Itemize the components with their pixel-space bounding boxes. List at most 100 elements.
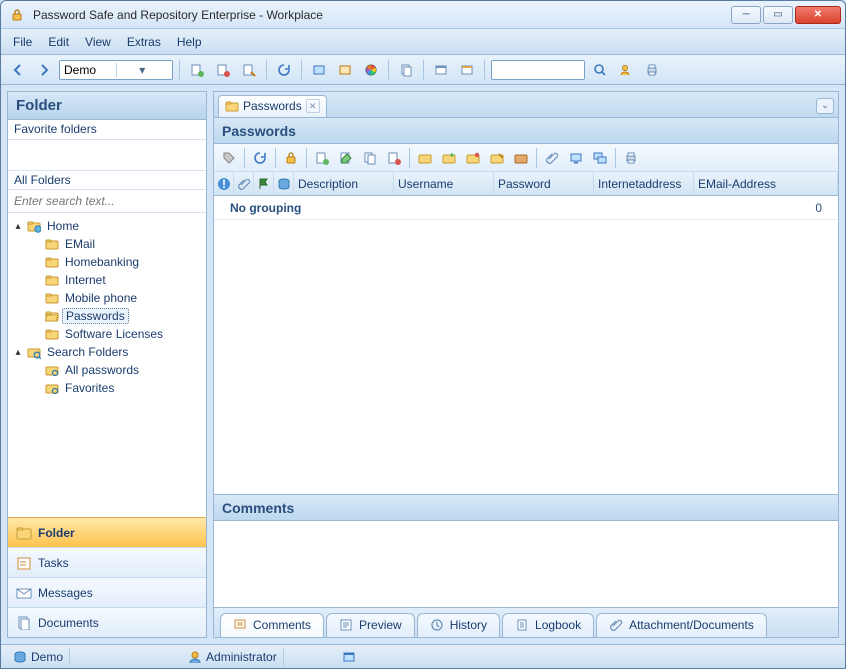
col-password[interactable]: Password <box>494 172 594 195</box>
toolbar-screen-2[interactable] <box>334 59 356 81</box>
btab-attachment[interactable]: Attachment/Documents <box>596 613 767 637</box>
tree-node-passwords[interactable]: Passwords <box>30 307 204 325</box>
toolbar-screen-1[interactable] <box>308 59 330 81</box>
tree-node-licenses[interactable]: Software Licenses <box>30 325 204 343</box>
titlebar: Password Safe and Repository Enterprise … <box>1 1 845 29</box>
btab-preview[interactable]: Preview <box>326 613 415 637</box>
col-attach-icon[interactable] <box>234 172 254 195</box>
ct-folder-3[interactable] <box>462 147 484 169</box>
toolbar-refresh-button[interactable] <box>273 59 295 81</box>
nav-messages[interactable]: Messages <box>8 577 206 607</box>
toolbar-search-button[interactable] <box>589 59 611 81</box>
minimize-button[interactable]: ─ <box>731 6 761 24</box>
col-internet[interactable]: Internetaddress <box>594 172 694 195</box>
toolbar-search-input[interactable] <box>491 60 585 80</box>
ct-folder-1[interactable] <box>414 147 436 169</box>
col-email[interactable]: EMail-Address <box>694 172 838 195</box>
collapse-icon[interactable]: ▴ <box>12 347 24 358</box>
menu-help[interactable]: Help <box>169 29 210 54</box>
btab-history[interactable]: History <box>417 613 500 637</box>
ct-lock-button[interactable] <box>280 147 302 169</box>
logbook-icon <box>515 618 529 632</box>
tab-close-button[interactable]: ✕ <box>306 99 320 113</box>
folder-icon <box>44 326 60 342</box>
database-combo[interactable]: Demo ▾ <box>59 60 173 80</box>
toolbar-new-2[interactable] <box>212 59 234 81</box>
search-folder-icon <box>44 380 60 396</box>
all-folders-header: All Folders <box>8 170 206 190</box>
toolbar-new-1[interactable] <box>186 59 208 81</box>
tree-node-internet[interactable]: Internet <box>30 271 204 289</box>
tab-passwords[interactable]: Passwords ✕ <box>218 95 327 117</box>
toolbar-window-2[interactable] <box>456 59 478 81</box>
toolbar-new-3[interactable] <box>238 59 260 81</box>
menu-view[interactable]: View <box>77 29 119 54</box>
tab-expand-button[interactable]: ⌄ <box>816 98 834 114</box>
col-db-icon[interactable] <box>274 172 294 195</box>
tree-label-mobile: Mobile phone <box>62 291 140 305</box>
tree-node-home[interactable]: ▴ Home <box>12 217 204 235</box>
folder-search-input[interactable] <box>8 190 206 213</box>
tree-label-internet: Internet <box>62 273 109 287</box>
close-button[interactable]: ✕ <box>795 6 841 24</box>
ct-copy-button[interactable] <box>359 147 381 169</box>
ct-delete-button[interactable] <box>383 147 405 169</box>
btab-logbook-label: Logbook <box>535 618 581 632</box>
nav-tasks[interactable]: Tasks <box>8 547 206 577</box>
comments-header: Comments <box>214 495 838 521</box>
menu-extras[interactable]: Extras <box>119 29 169 54</box>
ct-tag-button[interactable] <box>218 147 240 169</box>
group-row[interactable]: No grouping 0 <box>214 196 838 220</box>
preview-icon <box>339 618 353 632</box>
menu-file[interactable]: File <box>5 29 40 54</box>
grid-body: No grouping 0 <box>214 196 838 494</box>
left-panel: Folder Favorite folders All Folders ▴ Ho… <box>7 91 207 638</box>
ct-new-button[interactable] <box>311 147 333 169</box>
ct-folder-4[interactable] <box>486 147 508 169</box>
nav-messages-label: Messages <box>38 586 93 600</box>
tree-node-favorites[interactable]: Favorites <box>30 379 204 397</box>
toolbar-back-button[interactable] <box>7 59 29 81</box>
col-flag-icon[interactable] <box>254 172 274 195</box>
status-user: Administrator <box>182 648 284 666</box>
ct-screens-button[interactable] <box>589 147 611 169</box>
menu-edit[interactable]: Edit <box>40 29 77 54</box>
comments-body <box>214 521 838 607</box>
toolbar-forward-button[interactable] <box>33 59 55 81</box>
toolbar-color-wheel[interactable] <box>360 59 382 81</box>
tree-node-homebanking[interactable]: Homebanking <box>30 253 204 271</box>
toolbar-window-1[interactable] <box>430 59 452 81</box>
ct-edit-button[interactable] <box>335 147 357 169</box>
tree-node-searchfolders[interactable]: ▴ Search Folders <box>12 343 204 361</box>
ct-print-button[interactable] <box>620 147 642 169</box>
maximize-button[interactable]: ▭ <box>763 6 793 24</box>
window-title: Password Safe and Repository Enterprise … <box>29 8 731 22</box>
status-extra <box>336 648 362 666</box>
nav-folder-label: Folder <box>38 526 75 540</box>
status-db-label: Demo <box>31 650 63 664</box>
right-panel: Passwords ✕ ⌄ Passwords <box>213 91 839 638</box>
toolbar-search-user-button[interactable] <box>615 59 637 81</box>
paperclip-icon <box>609 618 623 632</box>
tree-node-allpasswords[interactable]: All passwords <box>30 361 204 379</box>
collapse-icon[interactable]: ▴ <box>12 221 24 232</box>
btab-logbook[interactable]: Logbook <box>502 613 594 637</box>
col-username[interactable]: Username <box>394 172 494 195</box>
ct-attach-button[interactable] <box>541 147 563 169</box>
col-info-icon[interactable]: ! <box>214 172 234 195</box>
group-label: No grouping <box>230 201 301 215</box>
tree-node-mobile[interactable]: Mobile phone <box>30 289 204 307</box>
tree-node-email[interactable]: EMail <box>30 235 204 253</box>
toolbar-print-button[interactable] <box>641 59 663 81</box>
ct-refresh-button[interactable] <box>249 147 271 169</box>
ct-folder-5[interactable] <box>510 147 532 169</box>
tree-label-email: EMail <box>62 237 98 251</box>
ct-screen-button[interactable] <box>565 147 587 169</box>
app-window: Password Safe and Repository Enterprise … <box>0 0 846 669</box>
nav-documents[interactable]: Documents <box>8 607 206 637</box>
nav-folder[interactable]: Folder <box>8 517 206 547</box>
col-description[interactable]: Description <box>294 172 394 195</box>
btab-comments[interactable]: Comments <box>220 613 324 637</box>
ct-folder-2[interactable] <box>438 147 460 169</box>
toolbar-copy-1[interactable] <box>395 59 417 81</box>
